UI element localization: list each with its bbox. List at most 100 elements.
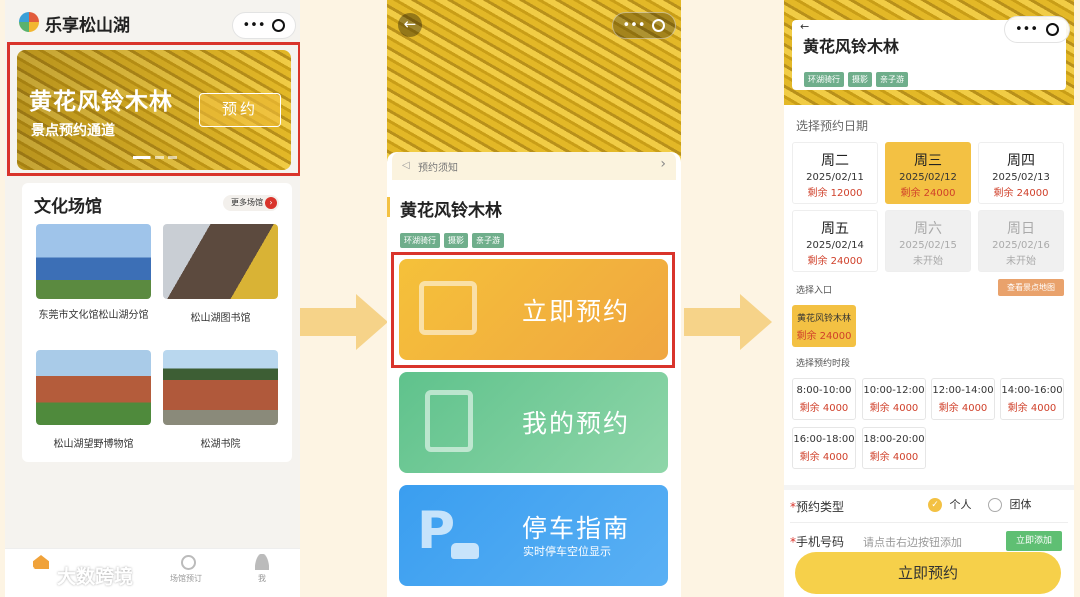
mini-program-capsule[interactable]: ••• (1004, 16, 1070, 43)
parking-guide-button[interactable]: P 停车指南 实时停车空位显示 (399, 485, 668, 586)
notice-bar[interactable]: ◁ 预约须知 › (392, 152, 676, 180)
app-logo-icon (19, 12, 39, 32)
app-title: 乐享松山湖 (45, 16, 130, 36)
date-option: 周六 2025/02/15 未开始 (885, 210, 971, 272)
venue-image[interactable] (163, 350, 278, 425)
add-phone-button[interactable]: 立即添加 (1006, 531, 1062, 551)
venue-tab-icon[interactable] (181, 555, 196, 570)
tag-list: 环湖骑行 摄影 亲子游 (400, 228, 508, 248)
clipboard-icon (425, 390, 473, 452)
venue-name[interactable]: 松山湖图书馆 (163, 309, 278, 324)
entry-option[interactable]: 黄花风铃木林 剩余 24000 (792, 305, 856, 347)
venue-name[interactable]: 东莞市文化馆松山湖分馆 (36, 309, 151, 323)
date-remain: 剩余 24000 (900, 188, 956, 199)
tag: 环湖骑行 (400, 233, 440, 248)
slot-remain: 剩余 4000 (799, 452, 849, 463)
attraction-title: 黄花风铃木林 (803, 37, 900, 56)
date-option[interactable]: 周四 2025/02/13 剩余 24000 (978, 142, 1064, 204)
date-weekday: 周六 (914, 221, 942, 237)
time-slot-option[interactable]: 18:00-20:00 剩余 4000 (862, 427, 926, 469)
mini-program-capsule[interactable]: ••• (232, 12, 296, 39)
tag: 环湖骑行 (804, 72, 844, 87)
car-icon (451, 543, 479, 559)
tab-venue-booking[interactable]: 场馆预订 (170, 573, 202, 584)
time-slot-option[interactable]: 14:00-16:00 剩余 4000 (1000, 378, 1064, 420)
date-value: 2025/02/12 (899, 172, 957, 183)
more-icon[interactable]: ••• (1015, 22, 1038, 37)
booking-type-text: 预约类型 (796, 500, 845, 514)
time-slot-option[interactable]: 8:00-10:00 剩余 4000 (792, 378, 856, 420)
entry-name: 黄花风铃木林 (796, 314, 851, 324)
time-slot-option[interactable]: 12:00-14:00 剩余 4000 (931, 378, 995, 420)
date-option[interactable]: 周五 2025/02/14 剩余 24000 (792, 210, 878, 272)
venue-name[interactable]: 松湖书院 (163, 435, 278, 450)
more-icon[interactable]: ••• (242, 18, 265, 33)
slot-remain: 剩余 4000 (1007, 403, 1057, 414)
slot-remain: 剩余 4000 (799, 403, 849, 414)
phone-screen-booking: ← ••• 黄花风铃木林 环湖骑行 摄影 亲子游 选择预约日期 选择入口 查看景点地… (784, 0, 1074, 597)
close-circle-icon[interactable] (652, 19, 666, 32)
radio-group-label: 团体 (1009, 498, 1032, 511)
date-weekday: 周四 (1007, 153, 1035, 169)
slot-remain: 剩余 4000 (938, 403, 988, 414)
more-icon[interactable]: ••• (622, 18, 645, 33)
radio-group[interactable]: 团体 (988, 496, 1032, 512)
my-bookings-label: 我的预约 (521, 409, 630, 438)
slot-section-label: 选择预约时段 (796, 359, 851, 369)
time-slot-option[interactable]: 10:00-12:00 剩余 4000 (862, 378, 926, 420)
radio-empty-icon (988, 498, 1002, 512)
tag: 摄影 (848, 72, 872, 87)
tab-me[interactable]: 我 (258, 573, 266, 584)
banner-highlight-frame (7, 42, 300, 176)
venue-image[interactable] (36, 224, 151, 299)
title-accent (387, 197, 390, 217)
date-remain: 未开始 (1006, 256, 1036, 267)
chevron-right-icon: › (660, 156, 666, 172)
phone-label: *手机号码 (790, 535, 845, 549)
home-icon[interactable] (33, 555, 49, 569)
date-weekday: 周日 (1007, 221, 1035, 237)
venue-image[interactable] (163, 224, 278, 299)
submit-booking-button[interactable]: 立即预约 (795, 552, 1061, 594)
venue-name[interactable]: 松山湖望野博物馆 (36, 435, 151, 450)
radio-personal-label: 个人 (949, 498, 972, 511)
date-value: 2025/02/13 (992, 172, 1050, 183)
phone-field[interactable]: 请点击右边按钮添加 (863, 534, 962, 550)
booking-type-label: *预约类型 (790, 500, 845, 514)
more-venues-button[interactable]: 更多场馆 › (223, 195, 279, 211)
more-venues-label: 更多场馆 (231, 198, 263, 207)
back-icon[interactable]: ← (398, 13, 422, 37)
view-map-button[interactable]: 查看景点地图 (998, 279, 1064, 296)
back-icon[interactable]: ← (800, 20, 809, 33)
my-bookings-button[interactable]: 我的预约 (399, 372, 668, 473)
flow-arrow-icon (684, 294, 772, 350)
watermark-text: 大数跨境 (57, 566, 134, 588)
parking-guide-label: 停车指南 (521, 514, 630, 543)
radio-personal[interactable]: ✓ 个人 (928, 496, 972, 512)
watermark-logo-icon (14, 563, 36, 585)
mini-program-capsule[interactable]: ••• (612, 12, 676, 39)
slot-time: 14:00-16:00 (1001, 385, 1063, 396)
user-icon[interactable] (255, 554, 269, 570)
close-circle-icon[interactable] (1045, 23, 1059, 36)
date-value: 2025/02/14 (806, 240, 864, 251)
tag: 摄影 (444, 233, 468, 248)
date-option: 周日 2025/02/16 未开始 (978, 210, 1064, 272)
book-now-highlight-frame (391, 252, 675, 368)
date-option[interactable]: 周二 2025/02/11 剩余 12000 (792, 142, 878, 204)
date-value: 2025/02/16 (992, 240, 1050, 251)
date-remain: 剩余 12000 (807, 188, 863, 199)
venue-image[interactable] (36, 350, 151, 425)
slot-time: 18:00-20:00 (863, 434, 925, 445)
speaker-icon: ◁ (402, 160, 410, 171)
tag: 亲子游 (876, 72, 908, 87)
slot-time: 12:00-14:00 (932, 385, 994, 396)
date-section-label: 选择预约日期 (796, 119, 869, 133)
time-slot-option[interactable]: 16:00-18:00 剩余 4000 (792, 427, 856, 469)
date-remain: 未开始 (913, 256, 943, 267)
slot-remain: 剩余 4000 (869, 403, 919, 414)
date-option[interactable]: 周三 2025/02/12 剩余 24000 (885, 142, 971, 204)
close-circle-icon[interactable] (272, 19, 286, 32)
slot-remain: 剩余 4000 (869, 452, 919, 463)
checked-circle-icon: ✓ (928, 498, 942, 512)
